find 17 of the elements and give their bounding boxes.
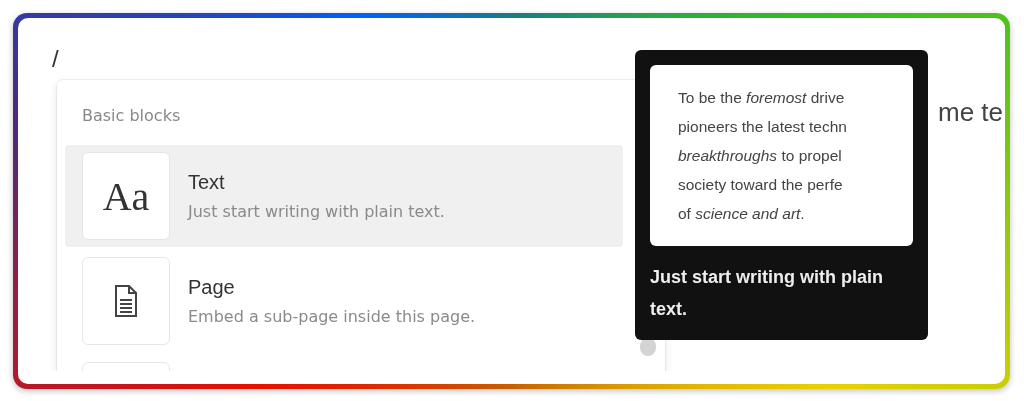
item-title: Text <box>188 171 226 194</box>
section-title: Basic blocks <box>82 106 181 125</box>
editor-text: me te <box>938 97 1004 128</box>
preview-line: of science and art. <box>678 204 806 224</box>
page-icon <box>115 285 137 317</box>
tooltip-caption: Just start writing with plain text. <box>650 266 884 321</box>
menu-item[interactable]: Aa Text Just start writing with plain text. <box>65 145 623 247</box>
preview-line: pioneers the latest techn <box>678 117 848 137</box>
letters-icon: Aa <box>102 172 150 220</box>
preview-line: breakthroughs to propel <box>678 146 843 166</box>
item-title: Page <box>188 276 236 299</box>
editor-text: / <box>52 45 59 73</box>
preview-line: society toward the perfe <box>678 175 844 195</box>
item-description: Embed a sub-page inside this page. <box>188 307 476 326</box>
item-description: Just start writing with plain text. <box>188 202 445 221</box>
preview-line: To be the foremost drive <box>678 88 846 108</box>
menu-item[interactable]: Page Embed a sub-page inside this page. <box>65 250 623 352</box>
